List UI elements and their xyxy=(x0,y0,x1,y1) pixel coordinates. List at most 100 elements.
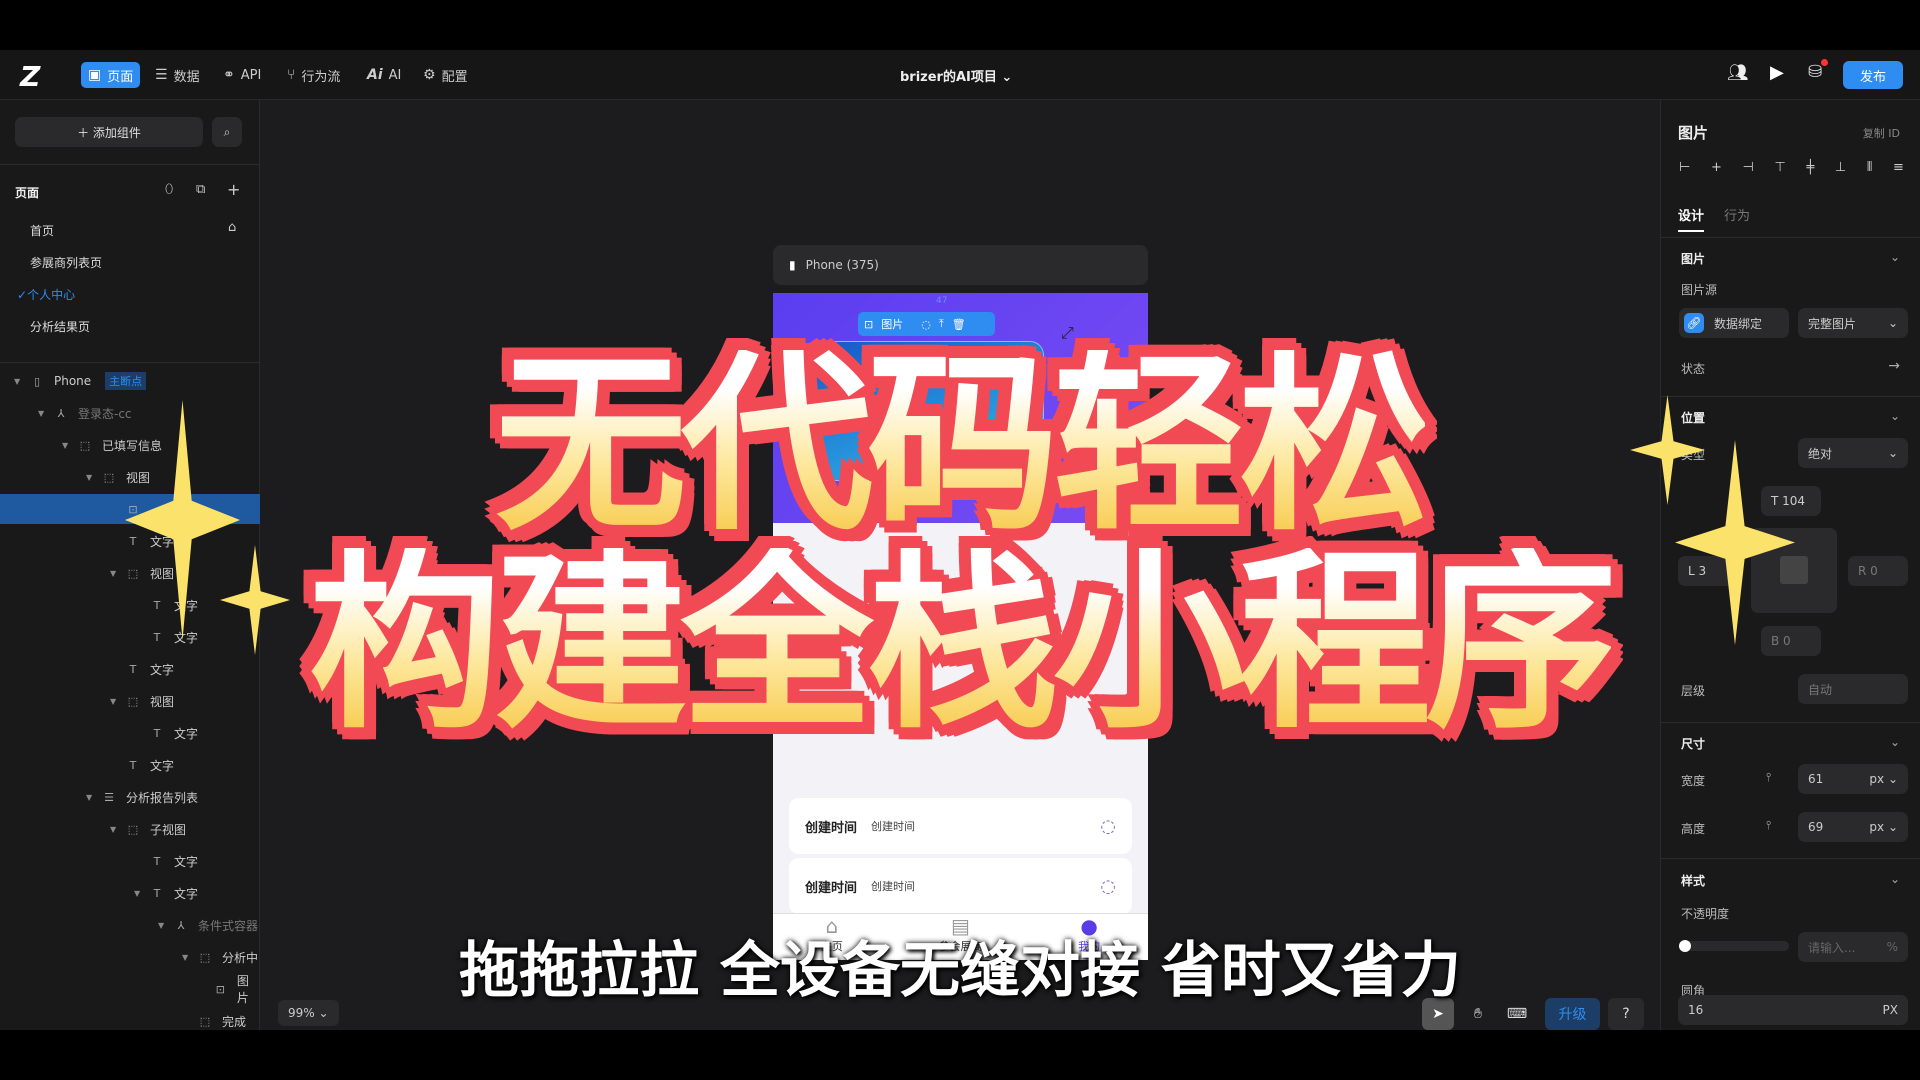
chevron-down-icon[interactable]: ⌄ xyxy=(1890,409,1900,423)
nav-ai[interactable]: Ai AI xyxy=(360,62,408,88)
add-component-button[interactable]: ＋ 添加组件 xyxy=(15,117,203,147)
page-item[interactable]: 参展商列表页 xyxy=(30,254,102,271)
tree-item[interactable]: ⊡ 图片 xyxy=(0,974,260,1005)
keyboard-tool[interactable]: ⌨ xyxy=(1500,998,1534,1030)
fit-select[interactable]: 完整图片 ⌄ xyxy=(1798,308,1908,338)
tab-home[interactable]: ⌂ 主页 xyxy=(821,914,843,960)
add-folder-icon[interactable]: ⧉ xyxy=(196,182,205,197)
caret-icon[interactable]: ▼ xyxy=(182,953,194,962)
caret-icon[interactable]: ▼ xyxy=(134,889,146,898)
bottom-input[interactable]: B 0 xyxy=(1761,626,1821,656)
align-center-icon[interactable]: + xyxy=(1711,160,1722,175)
left-input[interactable]: L 3 xyxy=(1678,556,1738,586)
caret-icon[interactable]: ▼ xyxy=(158,921,170,930)
select-tool[interactable]: ➤ xyxy=(1422,998,1454,1030)
sizing-mode-icon[interactable]: ⫯ xyxy=(1766,770,1771,785)
page-item-active[interactable]: ✓个人中心 xyxy=(17,286,75,303)
tab-behavior[interactable]: 行为 xyxy=(1724,205,1750,224)
chevron-down-icon[interactable]: ⌄ xyxy=(1890,735,1900,749)
arrow-right-icon[interactable]: → xyxy=(1888,358,1900,374)
position-type-select[interactable]: 绝对 ⌄ xyxy=(1798,438,1908,468)
right-input[interactable]: R 0 xyxy=(1848,556,1908,586)
tree-root-phone[interactable]: ▼ ▯ Phone 主断点 xyxy=(0,366,260,396)
top-input[interactable]: T 104 xyxy=(1761,486,1821,516)
layer-input[interactable]: 自动 xyxy=(1798,674,1908,704)
add-page-icon[interactable]: + xyxy=(227,180,240,199)
caret-icon[interactable]: ▼ xyxy=(38,409,50,418)
tree-item[interactable]: ▼ ⬚ 视图 xyxy=(0,462,260,492)
tab-design[interactable]: 设计 xyxy=(1678,205,1705,232)
nav-data[interactable]: ☰ 数据 xyxy=(148,62,207,88)
align-bottom-icon[interactable]: ⊥ xyxy=(1835,160,1846,175)
tab-mine[interactable]: ● 我的 xyxy=(1078,914,1100,960)
height-input[interactable]: 69 px ⌄ xyxy=(1798,812,1908,842)
page-item[interactable]: 首页 xyxy=(30,222,54,239)
publish-button[interactable]: 发布 xyxy=(1843,61,1903,89)
tree-item[interactable]: ▼ ⬚ 视图 xyxy=(0,558,260,588)
caret-icon[interactable]: ▼ xyxy=(110,569,122,578)
distribute-h-icon[interactable]: ⫴ xyxy=(1867,160,1872,175)
device-label[interactable]: ▮ Phone (375) xyxy=(773,245,1148,285)
nav-config[interactable]: ⚙ 配置 xyxy=(416,62,475,88)
tab-exhibitors[interactable]: ▤ 参会展商 xyxy=(938,914,982,960)
pages-toggle-icon[interactable]: ⬯ xyxy=(165,182,173,197)
caret-icon[interactable]: ▼ xyxy=(86,793,98,802)
tree-item[interactable]: ▼ ⬚ 子视图 xyxy=(0,814,260,844)
upgrade-button[interactable]: 升级 xyxy=(1545,998,1600,1030)
copy-id-button[interactable]: 复制 ID xyxy=(1863,125,1900,141)
tree-item[interactable]: ⬚ 完成 xyxy=(0,1006,260,1030)
resize-icon[interactable]: ⤢ xyxy=(1061,323,1074,343)
tree-item[interactable]: ▼ ⬚ 分析中 xyxy=(0,942,260,972)
slider-thumb[interactable] xyxy=(1679,940,1691,952)
tree-item[interactable]: ▼ ☰ 分析报告列表 xyxy=(0,782,260,812)
opacity-slider[interactable] xyxy=(1679,940,1789,952)
tree-item[interactable]: T 文字 xyxy=(0,846,260,876)
nav-pages[interactable]: ▣ 页面 xyxy=(81,62,141,88)
caret-icon[interactable]: ▼ xyxy=(86,473,98,482)
nav-api[interactable]: ⚭ API xyxy=(216,62,268,88)
chevron-down-icon[interactable]: ⌄ xyxy=(1890,250,1900,264)
tree-item[interactable]: ▼ ⅄ 条件式容器 xyxy=(0,910,260,940)
database-status-icon[interactable]: ⛁ xyxy=(1808,59,1828,82)
tree-item[interactable]: T 文字 xyxy=(0,718,260,748)
report-card[interactable]: 创建时间 创建时间 ◌ xyxy=(789,798,1132,854)
align-top-icon[interactable]: ⊤ xyxy=(1774,160,1785,175)
caret-icon[interactable]: ▼ xyxy=(110,825,122,834)
search-button[interactable]: ⌕ xyxy=(212,117,242,147)
tree-item[interactable]: ▼ ⬚ 已填写信息 xyxy=(0,430,260,460)
help-button[interactable]: ? xyxy=(1608,998,1644,1030)
zoom-select[interactable]: 99% ⌄ xyxy=(278,1000,339,1026)
tree-item[interactable]: ▼ ⬚ 视图 xyxy=(0,686,260,716)
comment-icon[interactable]: ◌ xyxy=(921,318,931,331)
play-icon[interactable]: ▶ xyxy=(1770,62,1784,83)
tree-item[interactable]: T 文字 xyxy=(0,622,260,652)
data-bind-button[interactable]: 🔗︎ 数据绑定 xyxy=(1679,308,1789,338)
report-card[interactable]: 创建时间 创建时间 ◌ xyxy=(789,858,1132,914)
project-selector[interactable]: brizer的AI项目 ⌄ xyxy=(900,66,1012,85)
align-right-icon[interactable]: ⊣ xyxy=(1743,160,1754,175)
tree-item[interactable]: T 文字 xyxy=(0,654,260,684)
page-item[interactable]: 分析结果页 xyxy=(30,318,90,335)
chevron-down-icon[interactable]: ⌄ xyxy=(1890,872,1900,886)
tree-item[interactable]: T 文字 xyxy=(0,526,260,556)
move-top-icon[interactable]: ⤒ xyxy=(939,317,944,331)
tree-item[interactable]: ⊡ xyxy=(0,494,260,524)
distribute-v-icon[interactable]: ≡ xyxy=(1893,160,1904,175)
align-left-icon[interactable]: ⊢ xyxy=(1679,160,1690,175)
radius-input[interactable]: 16 PX xyxy=(1678,995,1908,1025)
tree-item[interactable]: T 文字 xyxy=(0,590,260,620)
nav-flow[interactable]: ⑂ 行为流 xyxy=(280,62,347,88)
phone-canvas[interactable]: ⊡ 图片 ◌ ⤒ 🗑︎ 47 ⤢ 创建时间 创建时间 ◌ 创建时间 创建时间 ◌ ⌂ 主页 ▤ 参会… xyxy=(773,293,1148,960)
caret-icon[interactable]: ▼ xyxy=(62,441,74,450)
delete-icon[interactable]: 🗑︎ xyxy=(952,318,966,331)
tree-item[interactable]: T 文字 xyxy=(0,750,260,780)
selected-image[interactable] xyxy=(804,341,1044,481)
caret-icon[interactable]: ▼ xyxy=(110,697,122,706)
align-middle-icon[interactable]: ╪ xyxy=(1806,160,1814,175)
tree-item[interactable]: ▼ T 文字 xyxy=(0,878,260,908)
sizing-mode-icon[interactable]: ⫯ xyxy=(1766,818,1771,833)
tree-item[interactable]: ▼ ⅄ 登录态-cc xyxy=(0,398,260,428)
users-icon[interactable]: 👥︎ xyxy=(1727,63,1749,83)
hand-tool[interactable]: ✋︎ xyxy=(1462,998,1494,1030)
width-input[interactable]: 61 px ⌄ xyxy=(1798,764,1908,794)
